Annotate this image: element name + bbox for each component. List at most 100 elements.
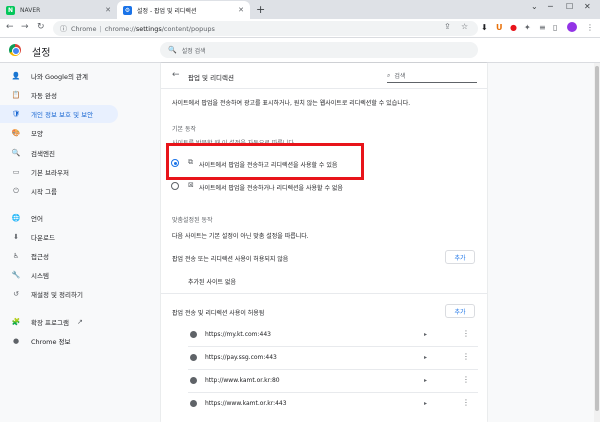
- sidebar-item-privacy-security[interactable]: 🛡 개인 정보 보호 및 보안: [0, 105, 118, 123]
- search-icon: ⌕: [387, 71, 391, 79]
- site-info-icon[interactable]: ⓘ: [60, 24, 67, 34]
- search-placeholder: 설정 검색: [181, 47, 206, 55]
- popups-description: 사이트에서 팝업을 전송하여 광고를 표시하거나, 원치 않는 웹사이트로 리디…: [172, 100, 411, 107]
- customized-behavior-heading: 맞춤설정된 동작: [172, 217, 213, 224]
- close-tab-icon[interactable]: ✕: [238, 6, 244, 14]
- allowed-site-url: https://www.kamt.or.kr:443: [205, 400, 287, 407]
- extension-red-icon[interactable]: ●: [510, 23, 517, 32]
- divider: [161, 88, 487, 89]
- sidebar-item-label: Chrome 정보: [31, 338, 71, 346]
- clipboard-icon: 📋: [11, 91, 21, 99]
- sidebar-item-label: 재설정 및 정리하기: [31, 291, 83, 299]
- browser-menu-icon[interactable]: ⋮: [586, 23, 594, 32]
- globe-icon: [190, 377, 197, 384]
- sidebar-item-about-chrome[interactable]: ● Chrome 정보: [0, 332, 118, 350]
- more-actions-icon[interactable]: ⋮: [462, 375, 470, 384]
- extension-u-icon[interactable]: U: [496, 23, 503, 32]
- chrome-icon: ●: [12, 337, 20, 345]
- chevron-right-icon[interactable]: ▸: [424, 400, 427, 407]
- person-icon: 👤: [11, 72, 21, 80]
- allowed-site-url: https://pay.ssg.com:443: [205, 354, 277, 361]
- tab-title: NAVER: [20, 6, 41, 14]
- shield-icon: 🛡: [11, 110, 21, 118]
- wrench-icon: 🔧: [11, 271, 21, 279]
- tab-strip: N NAVER ✕ ⚙ 설정 - 팝업 및 리디렉션 ✕ + ⌄ ─ ☐ ✕: [0, 0, 600, 19]
- extensions-puzzle-icon[interactable]: ✦: [524, 23, 531, 32]
- puzzle-icon: 🧩: [11, 318, 21, 326]
- reload-icon[interactable]: ↻: [37, 22, 45, 32]
- page-scrollbar-thumb[interactable]: [595, 66, 599, 411]
- sidebar-item-label: 모양: [31, 130, 43, 138]
- address-bar[interactable]: ⓘ Chrome | chrome://settings/content/pop…: [53, 21, 478, 36]
- back-button[interactable]: ←: [172, 70, 180, 80]
- more-actions-icon[interactable]: ⋮: [462, 398, 470, 407]
- tab-settings[interactable]: ⚙ 설정 - 팝업 및 리디렉션 ✕: [117, 1, 250, 19]
- sidebar-item-appearance[interactable]: 🎨 모양: [0, 124, 118, 142]
- sidebar-item-reset[interactable]: ↺ 재설정 및 정리하기: [0, 285, 118, 303]
- highlight-annotation-box: [166, 143, 364, 180]
- sidebar-item-accessibility[interactable]: ♿ 접근성: [0, 247, 118, 265]
- add-blocked-site-button[interactable]: 추가: [445, 250, 475, 264]
- sidebar-item-autofill[interactable]: 📋 자동 완성: [0, 86, 118, 104]
- forward-arrow-icon[interactable]: →: [21, 22, 29, 32]
- customized-behavior-note: 다음 사이트는 기본 설정이 아닌 맞춤 설정을 따릅니다.: [172, 233, 309, 240]
- address-separator: |: [99, 24, 102, 33]
- sidebar-item-label: 언어: [31, 215, 43, 223]
- sidebar-item-label: 시작 그룹: [31, 188, 57, 196]
- globe-icon: [190, 400, 197, 407]
- sidebar-item-label: 기본 브라우저: [31, 169, 69, 177]
- sidebar-item-extensions[interactable]: 🧩 확장 프로그램 ↗: [0, 313, 118, 331]
- new-tab-button[interactable]: +: [256, 3, 265, 16]
- reading-list-icon[interactable]: ≡: [539, 23, 546, 32]
- profile-avatar[interactable]: [567, 22, 577, 32]
- sidebar-item-search-engine[interactable]: 🔍 검색엔진: [0, 144, 118, 162]
- window-close-icon[interactable]: ✕: [584, 2, 591, 11]
- more-actions-icon[interactable]: ⋮: [462, 352, 470, 361]
- tab-naver[interactable]: N NAVER ✕: [0, 1, 117, 19]
- divider: [161, 293, 487, 294]
- browser-icon: ▭: [12, 168, 20, 176]
- sidebar-item-default-browser[interactable]: ▭ 기본 브라우저: [0, 163, 118, 181]
- block-popups-radio[interactable]: [171, 182, 179, 190]
- power-icon: ⏻: [13, 186, 19, 195]
- extension-arrow-icon[interactable]: ⬇: [481, 23, 488, 32]
- sidebar-item-languages[interactable]: 🌐 언어: [0, 209, 118, 227]
- settings-favicon-icon: ⚙: [123, 5, 132, 15]
- page-title: 설정: [32, 48, 51, 59]
- add-allowed-site-button[interactable]: 추가: [445, 304, 475, 318]
- chevron-right-icon[interactable]: ▸: [424, 354, 427, 361]
- search-icon: 🔍: [168, 46, 177, 54]
- block-popups-label[interactable]: 사이트에서 팝업을 전송하거나 리디렉션을 사용할 수 없음: [199, 183, 343, 192]
- popup-blocked-icon: ⊠: [188, 181, 194, 189]
- palette-icon: 🎨: [11, 129, 21, 137]
- download-icon: ⬇: [13, 233, 19, 241]
- sidebar-item-system[interactable]: 🔧 시스템: [0, 266, 118, 284]
- share-icon[interactable]: ⇪: [444, 22, 451, 31]
- subpage-title: 팝업 및 리디렉션: [188, 74, 234, 82]
- chevron-right-icon[interactable]: ▸: [424, 331, 427, 338]
- default-behavior-heading: 기본 동작: [172, 126, 196, 133]
- blocked-sites-empty: 추가된 사이트 없음: [188, 279, 236, 286]
- side-panel-icon[interactable]: ▯: [553, 23, 557, 32]
- close-tab-icon[interactable]: ✕: [105, 6, 111, 14]
- chevron-down-icon[interactable]: ⌄: [531, 2, 538, 11]
- chevron-right-icon[interactable]: ▸: [424, 377, 427, 384]
- sidebar-item-label: 시스템: [31, 272, 49, 280]
- divider: [188, 392, 478, 393]
- sidebar-item-you-and-google[interactable]: 👤 나와 Google의 관계: [0, 67, 118, 85]
- bookmark-star-icon[interactable]: ☆: [461, 22, 468, 31]
- allowed-sites-heading: 팝업 전송 및 리디렉션 사용이 허용됨: [172, 310, 265, 317]
- minimize-icon[interactable]: ─: [548, 2, 553, 11]
- maximize-icon[interactable]: ☐: [566, 2, 573, 11]
- naver-favicon-icon: N: [6, 5, 15, 15]
- globe-icon: 🌐: [11, 214, 21, 222]
- sidebar-item-downloads[interactable]: ⬇ 다운로드: [0, 228, 118, 246]
- more-actions-icon[interactable]: ⋮: [462, 329, 470, 338]
- open-external-icon: ↗: [76, 318, 83, 326]
- sidebar-item-on-startup[interactable]: ⏻ 시작 그룹: [0, 182, 118, 200]
- subpage-search-input[interactable]: ⌕ 검색: [387, 69, 477, 83]
- back-arrow-icon[interactable]: ←: [6, 22, 14, 32]
- search-icon: 🔍: [11, 149, 21, 157]
- settings-search-input[interactable]: 🔍 설정 검색: [160, 42, 478, 58]
- settings-header: 설정 🔍 설정 검색: [0, 38, 600, 63]
